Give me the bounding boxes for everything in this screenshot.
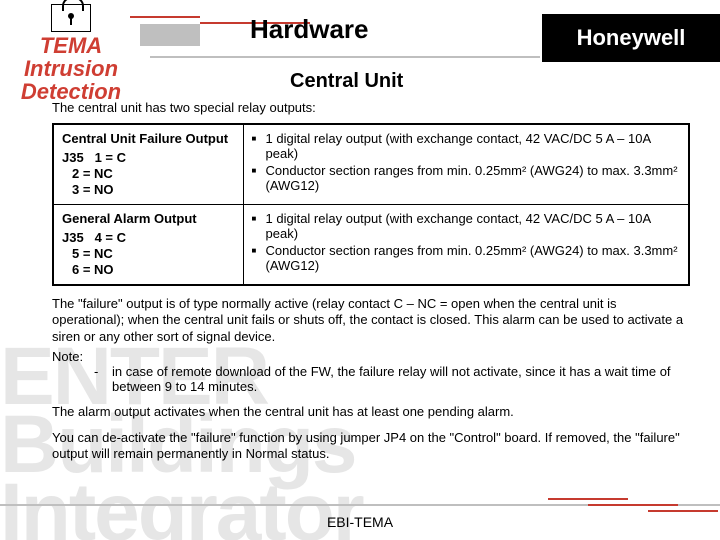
connector-codes: J35 1 = C 2 = NC 3 = NO	[62, 150, 235, 197]
slide-root: ENTER Buildings Integrator TEMA Intrusio…	[0, 0, 720, 540]
spec-item: Conductor section ranges from min. 0.25m…	[266, 243, 681, 273]
spec-item: 1 digital relay output (with exchange co…	[266, 211, 681, 241]
footer-accent	[548, 498, 718, 512]
page-subtitle: Central Unit	[290, 70, 403, 93]
code: 1 = C	[95, 150, 126, 165]
lock-icon	[51, 4, 91, 32]
row-title: Central Unit Failure Output	[62, 131, 235, 146]
code: 4 = C	[95, 230, 126, 245]
codes-prefix: J35	[62, 150, 84, 165]
code: 2 = NC	[72, 166, 235, 181]
table-row: Central Unit Failure Output J35 1 = C 2 …	[53, 124, 689, 205]
product-word: Intrusion	[6, 57, 136, 80]
row-title: General Alarm Output	[62, 211, 235, 226]
code: 6 = NO	[72, 262, 235, 277]
product-word: TEMA	[6, 34, 136, 57]
paragraph: You can de-activate the "failure" functi…	[52, 430, 690, 463]
spec-list: 1 digital relay output (with exchange co…	[252, 131, 681, 193]
watermark-line: Integrator	[0, 476, 363, 540]
code: 5 = NC	[72, 246, 235, 261]
footer-text: EBI-TEMA	[0, 514, 720, 530]
note-item: in case of remote download of the FW, th…	[112, 364, 690, 394]
title-rule	[150, 56, 540, 58]
code: 3 = NO	[72, 182, 235, 197]
page-title: Hardware	[250, 14, 369, 45]
relay-table: Central Unit Failure Output J35 1 = C 2 …	[52, 123, 690, 286]
intro-text: The central unit has two special relay o…	[52, 100, 690, 115]
note-label: Note:	[52, 349, 83, 364]
codes-prefix: J35	[62, 230, 84, 245]
brand-text: Honeywell	[577, 25, 686, 51]
table-row: General Alarm Output J35 4 = C 5 = NC 6 …	[53, 205, 689, 286]
spec-item: Conductor section ranges from min. 0.25m…	[266, 163, 681, 193]
connector-codes: J35 4 = C 5 = NC 6 = NO	[62, 230, 235, 277]
brand-logo: Honeywell	[542, 14, 720, 62]
product-badge: TEMA Intrusion Detection	[6, 0, 136, 103]
top-bar: Hardware Honeywell	[150, 14, 720, 64]
spec-list: 1 digital relay output (with exchange co…	[252, 211, 681, 273]
note-block: Note: in case of remote download of the …	[52, 349, 690, 394]
body-content: The central unit has two special relay o…	[52, 100, 690, 463]
paragraph: The "failure" output is of type normally…	[52, 296, 690, 345]
paragraph: The alarm output activates when the cent…	[52, 404, 690, 420]
spec-item: 1 digital relay output (with exchange co…	[266, 131, 681, 161]
